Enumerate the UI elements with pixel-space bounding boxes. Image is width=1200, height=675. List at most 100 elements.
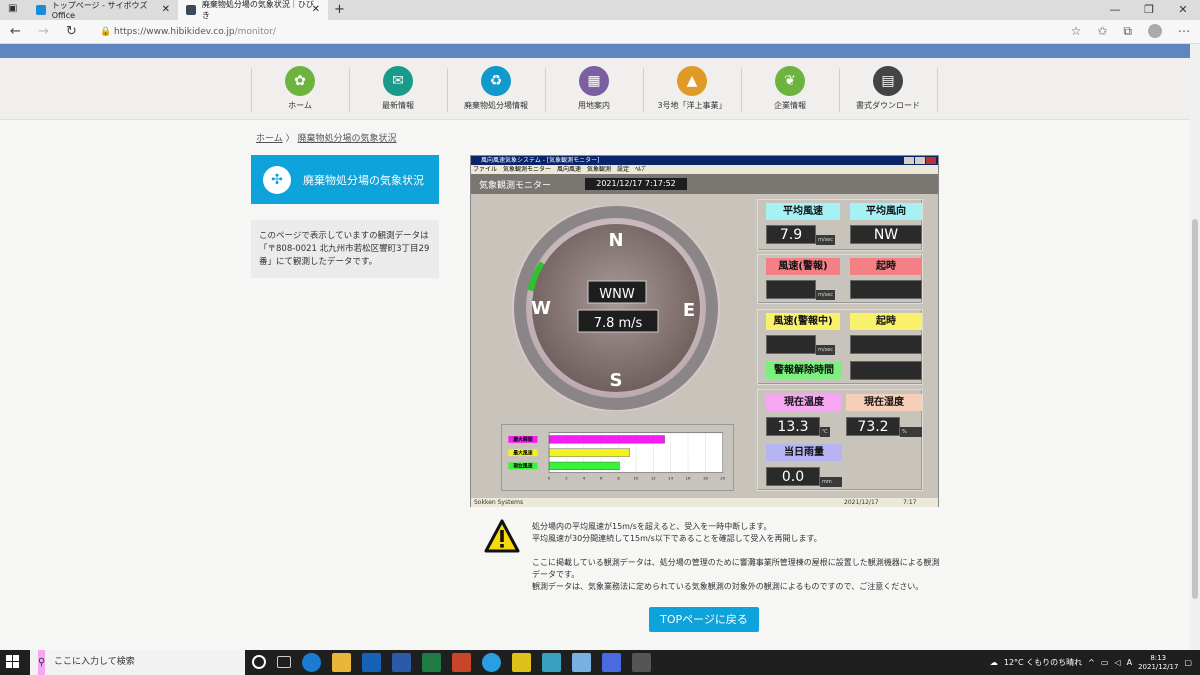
windows-taskbar: ⚲ ここに入力して検索 ☁ 12°C くもりのち晴れ ^ ▭ ◁ A 8:13 … [0,650,1200,675]
restore-icon[interactable]: ❐ [1132,0,1166,20]
edge-icon[interactable] [302,653,321,672]
calculator-icon[interactable] [632,653,651,672]
notice-line: 観測データは、気象業務法に定められている気象観測の対象外の観測によるものですので… [532,582,924,591]
compass-w: W [531,298,551,319]
app-icon[interactable] [572,653,591,672]
tray-overflow-icon[interactable]: ^ [1088,658,1095,667]
temp-label: 現在温度 [766,394,842,411]
close-tab-icon[interactable]: ✕ [312,4,320,15]
scrollbar-thumb[interactable] [1192,219,1198,599]
tab-label: トップページ - サイボウズ Office [51,1,148,20]
tab-monitor[interactable]: 廃棄物処分場の気象状況｜ひびき ✕ [178,0,328,20]
chart-tick-label: 0 [548,475,551,480]
nav-label: 最新情報 [382,101,414,110]
close-window-icon[interactable]: ✕ [1166,0,1200,20]
status-date: 2021/12/17 [844,499,879,506]
cortana-icon[interactable] [252,655,266,669]
notification-icon[interactable]: ▢ [1184,658,1192,667]
nav-item-news[interactable]: ✉ 最新情報 [349,66,447,111]
status-time: 7:17 [903,499,917,506]
taskbar-clock[interactable]: 8:13 2021/12/17 [1138,654,1178,672]
task-view-icon[interactable] [277,656,291,668]
app-icon[interactable] [602,653,621,672]
back-to-top-button[interactable]: TOPページに戻る [649,607,759,632]
excel-icon[interactable] [422,653,441,672]
nav-label: 企業情報 [774,101,806,110]
network-icon[interactable]: ▭ [1101,658,1109,667]
chart-tick-label: 14 [668,475,673,480]
rain-unit: mm [820,477,842,487]
sticky-notes-icon[interactable] [512,653,531,672]
browser-tab-bar: ▣ トップページ - サイボウズ Office ✕ 廃棄物処分場の気象状況｜ひび… [0,0,1200,20]
word-icon[interactable] [392,653,411,672]
taskbar-search[interactable]: ⚲ ここに入力して検索 [30,650,245,675]
page-favicon-icon [186,5,196,15]
chart-category-label: 最大瞬間 [513,436,533,443]
rain-label: 当日雨量 [766,444,842,461]
nav-label: ホーム [288,101,312,110]
internet-explorer-icon[interactable] [482,653,501,672]
nav-item-offshore[interactable]: ▲ 3号地「洋上事業」 [643,66,741,111]
release-time-value [850,361,922,380]
url-path: /monitor/ [234,27,276,37]
breadcrumb-separator: 〉 [285,134,295,144]
breadcrumb-home-link[interactable]: ホーム [256,134,283,144]
breadcrumb: ホーム 〉 廃棄物処分場の気象状況 [256,131,397,144]
warn-speed-unit: m/sec [816,345,835,355]
app-icon[interactable] [542,653,561,672]
alarm-time-value [850,280,922,299]
profile-avatar[interactable] [1148,24,1162,38]
avg-speed-unit: m/sec [816,235,835,245]
humid-value: 73.2 [846,417,900,436]
favorites-icon[interactable]: ✩ [1097,24,1107,39]
volume-icon[interactable]: ◁ [1114,658,1120,667]
windows-start-icon[interactable] [6,655,20,669]
nav-item-disposal[interactable]: ♻ 廃棄物処分場情報 [447,66,545,111]
status-vendor: Sokken Systems [474,499,524,506]
monitor-titlebar: 風向風速気象システム - [気象観測モニター] [471,156,938,165]
avg-speed-value: 7.9 [766,225,816,244]
nav-item-company[interactable]: ❦ 企業情報 [741,66,839,111]
page-scrollbar[interactable] [1190,44,1200,650]
favorite-add-icon[interactable]: ☆ [1071,24,1082,39]
humid-unit: % [900,427,922,437]
alarm-time-label: 起時 [850,258,922,275]
file-explorer-icon[interactable] [332,653,351,672]
home-icon: ✿ [285,66,315,96]
chart-tick-label: 2 [565,475,568,480]
breadcrumb-current-link[interactable]: 廃棄物処分場の気象状況 [298,134,397,144]
chart-tick-label: 6 [600,475,603,480]
weather-icon[interactable]: ☁ [990,658,998,667]
nav-item-land[interactable]: ▦ 用地案内 [545,66,643,111]
nav-item-home[interactable]: ✿ ホーム [251,66,349,111]
nav-item-download[interactable]: ▤ 書式ダウンロード [839,66,937,111]
minimize-icon[interactable]: — [1098,0,1132,20]
close-tab-icon[interactable]: ✕ [162,4,170,15]
forward-icon[interactable]: → [38,24,49,39]
tab-actions-icon[interactable]: ▣ [8,3,17,14]
notice-text: 処分場内の平均風速が15m/sを超えると、受入を一時中断します。 平均風速が30… [532,521,942,593]
cybozu-favicon-icon [36,5,46,15]
nav-label: 廃棄物処分場情報 [464,101,528,110]
back-icon[interactable]: ← [10,24,21,39]
more-icon[interactable]: ⋯ [1178,24,1190,39]
new-tab-icon[interactable]: + [334,2,345,17]
tab-cybozu[interactable]: トップページ - サイボウズ Office ✕ [28,0,178,20]
monitor-statusbar: Sokken Systems 2021/12/17 7:17 [471,498,938,507]
news-icon: ✉ [383,66,413,96]
refresh-icon[interactable]: ↻ [66,24,77,39]
taskbar-apps [252,653,651,672]
monitor-datetime: 2021/12/17 7:17:52 [585,178,687,190]
compass-s: S [610,370,623,391]
weather-text[interactable]: 12°C くもりのち晴れ [1004,657,1082,668]
warning-panel: 風速(警報中) 起時 m/sec 警報解除時間 [757,309,923,385]
clock-time: 8:13 [1150,653,1167,662]
collections-icon[interactable]: ⧉ [1123,24,1132,39]
url-field[interactable]: 🔒 https://www.hibikidev.co.jp/monitor/ [100,20,276,44]
warn-speed-label: 風速(警報中) [766,313,840,330]
outlook-icon[interactable] [362,653,381,672]
powerpoint-icon[interactable] [452,653,471,672]
search-icon: ⚲ [38,650,46,675]
ime-indicator[interactable]: A [1127,658,1132,667]
chart-tick-label: 10 [633,475,638,480]
